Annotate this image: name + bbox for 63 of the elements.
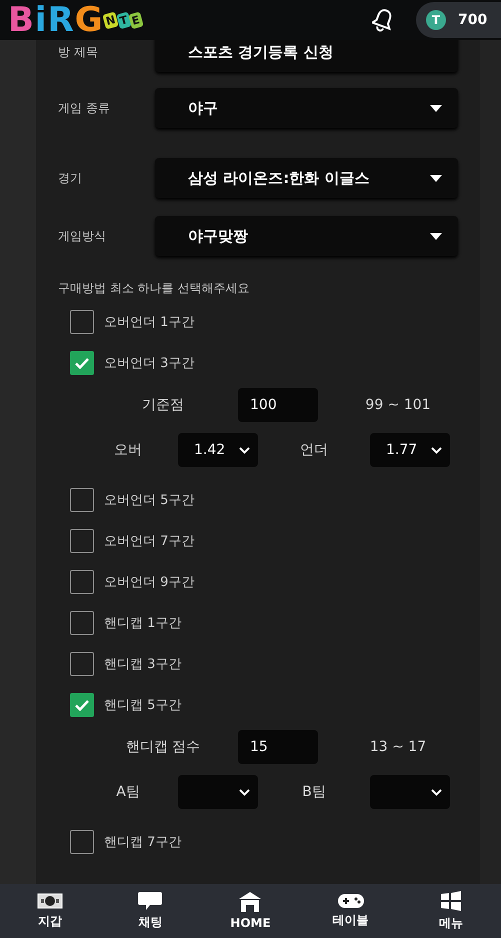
gamepad-icon <box>338 894 364 908</box>
checkbox[interactable] <box>70 693 94 717</box>
select-label: 오버 <box>113 441 143 459</box>
nav-button[interactable]: HOME <box>200 884 301 938</box>
option-label: 오버언더 5구간 <box>104 492 194 509</box>
select-label: A팀 <box>115 783 141 801</box>
check-icon <box>75 358 89 368</box>
option-label: 오버언더 3구간 <box>104 355 194 372</box>
select-field[interactable]: 야구 <box>155 88 458 128</box>
chevron-icon <box>431 446 442 454</box>
checkbox[interactable] <box>70 830 94 854</box>
checkbox[interactable] <box>70 611 94 635</box>
nav-button[interactable]: 테이블 <box>300 884 401 938</box>
chat-icon <box>138 892 162 910</box>
select-label: 언더 <box>299 441 329 459</box>
checkbox[interactable] <box>70 310 94 334</box>
bell-icon[interactable] <box>372 8 394 32</box>
nav-button[interactable]: 채팅 <box>100 884 200 938</box>
chevron-icon <box>239 788 250 796</box>
odds-select[interactable]: 1.77 <box>370 433 450 467</box>
option-label: 오버언더 7구간 <box>104 533 194 550</box>
coin-icon: T <box>426 10 446 30</box>
windows-icon <box>440 890 461 910</box>
instruction-text: 구매방법 최소 하나를 선택해주세요 <box>58 280 250 297</box>
range-text: 13 ~ 17 <box>368 739 428 755</box>
option-label: 핸디캡 5구간 <box>104 697 182 714</box>
odds-select[interactable]: 1.42 <box>178 433 258 467</box>
select-field[interactable]: 삼성 라이온즈:한화 이글스 <box>155 158 458 198</box>
select-field[interactable]: 야구맞짱 <box>155 216 458 256</box>
nav-button[interactable]: 메뉴 <box>400 884 501 938</box>
chevron-icon <box>431 788 442 796</box>
banknote-icon <box>37 892 64 908</box>
checkbox[interactable] <box>70 488 94 512</box>
caret-icon <box>430 232 442 240</box>
checkbox[interactable] <box>70 652 94 676</box>
nav-button[interactable]: 지갑 <box>0 884 100 938</box>
score-field[interactable]: 15 <box>238 730 318 764</box>
checkbox[interactable] <box>70 570 94 594</box>
option-label: 핸디캡 7구간 <box>104 834 182 851</box>
input-field[interactable]: 스포츠 경기등록 신청 <box>155 40 458 72</box>
checkbox[interactable] <box>70 529 94 553</box>
score-label: 기준점 <box>141 396 185 414</box>
logo[interactable]: BiRG N T E <box>8 3 142 37</box>
select-label: B팀 <box>301 783 327 801</box>
coin-balance[interactable]: T 700 <box>416 2 501 38</box>
checkbox[interactable] <box>70 351 94 375</box>
range-text: 99 ~ 101 <box>364 397 432 413</box>
caret-icon <box>430 174 442 182</box>
option-label: 오버언더 9구간 <box>104 574 194 591</box>
field-label: 방 제목 <box>58 44 99 60</box>
option-label: 핸디캡 3구간 <box>104 656 182 673</box>
score-field[interactable]: 100 <box>238 388 318 422</box>
field-label: 게임 종류 <box>58 100 111 116</box>
home-icon <box>239 892 262 912</box>
chevron-icon <box>239 446 250 454</box>
field-label: 게임방식 <box>58 228 107 244</box>
check-icon <box>75 700 89 710</box>
option-label: 핸디캡 1구간 <box>104 615 182 632</box>
caret-icon <box>430 104 442 112</box>
coin-amount: 700 <box>458 12 488 28</box>
score-label: 핸디캡 점수 <box>124 738 202 756</box>
option-label: 오버언더 1구간 <box>104 314 194 331</box>
field-label: 경기 <box>58 170 83 186</box>
